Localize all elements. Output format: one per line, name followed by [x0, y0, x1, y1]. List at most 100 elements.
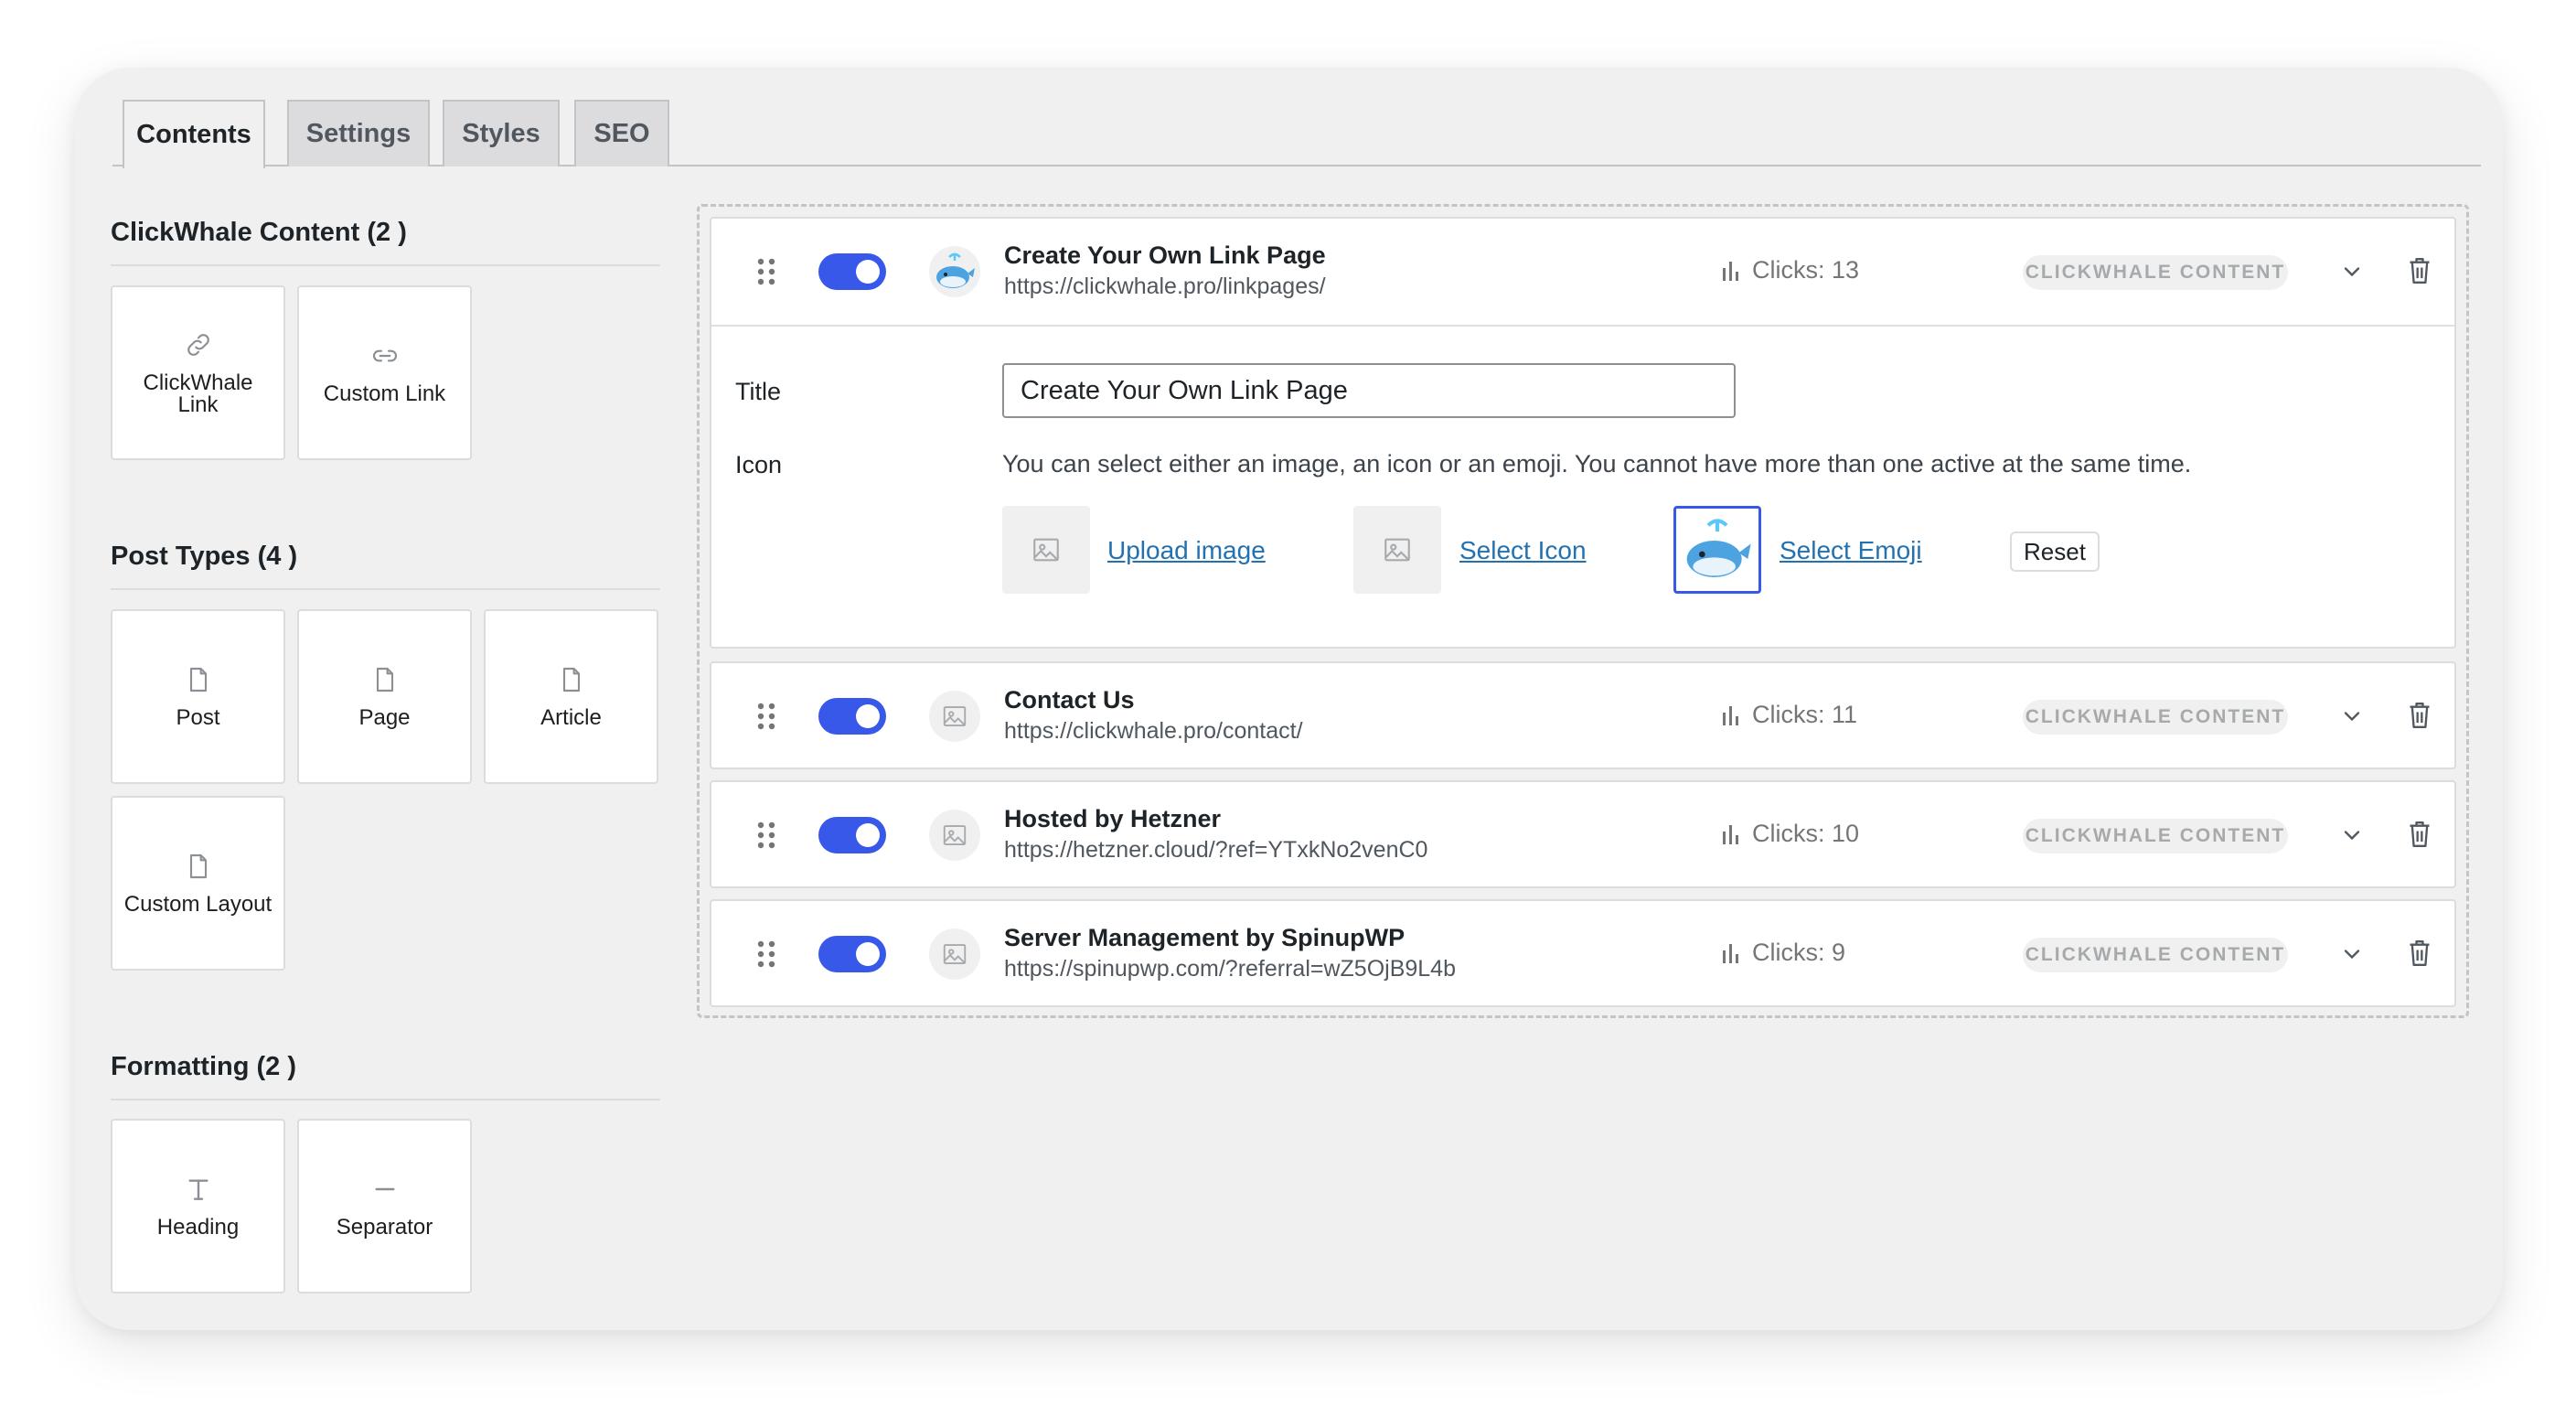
drag-handle-icon[interactable] [755, 702, 777, 731]
block-label: Custom Link [323, 381, 446, 406]
link-item-header: Contact Us https://clickwhale.pro/contac… [711, 663, 2454, 769]
chevron-down-icon[interactable] [2339, 259, 2365, 284]
link-item-header: Create Your Own Link Page https://clickw… [711, 219, 2454, 325]
clicks-counter: Clicks: 11 [1721, 701, 1857, 729]
clicks-counter: Clicks: 10 [1721, 820, 1859, 848]
title-label: Title [735, 378, 782, 405]
link-icon [187, 333, 209, 356]
reset-button[interactable]: Reset [2010, 531, 2100, 572]
link-item: Hosted by Hetzner https://hetzner.cloud/… [710, 780, 2456, 888]
block-custom-layout[interactable]: Custom Layout [111, 796, 285, 971]
upload-image-link[interactable]: Upload image [1107, 536, 1266, 565]
item-title: Hosted by Hetzner [1004, 805, 1222, 832]
block-article[interactable]: Article [484, 609, 658, 784]
divider [111, 264, 660, 266]
item-icon [929, 928, 980, 980]
image-placeholder-icon [943, 706, 967, 726]
trash-icon[interactable] [2407, 938, 2432, 969]
section-title-formatting: Formatting (2 ) [111, 1052, 296, 1081]
trash-icon[interactable] [2407, 255, 2432, 286]
block-label: Post [176, 704, 220, 730]
block-page[interactable]: Page [297, 609, 472, 784]
chevron-down-icon[interactable] [2339, 822, 2365, 848]
enable-toggle[interactable] [818, 817, 886, 853]
tab-bar: Contents Settings Styles SEO [112, 100, 2481, 168]
item-editor: Title Icon You can select either an imag… [711, 325, 2454, 649]
toggle-knob [856, 942, 880, 966]
block-heading[interactable]: Heading [111, 1119, 285, 1293]
enable-toggle[interactable] [818, 936, 886, 972]
clicks-text: Clicks: 11 [1752, 701, 1858, 728]
image-placeholder-icon [1384, 538, 1410, 562]
icon-help-text: You can select either an image, an icon … [1002, 450, 2192, 478]
image-placeholder-icon [1033, 538, 1059, 562]
image-placeholder-icon [943, 825, 967, 845]
item-url: https://spinupwp.com/?referral=wZ5OjB9L4… [1004, 956, 1456, 982]
block-separator[interactable]: Separator [297, 1119, 472, 1293]
drag-handle-icon[interactable] [755, 939, 777, 969]
select-icon-link[interactable]: Select Icon [1459, 536, 1587, 565]
item-title: Contact Us [1004, 686, 1135, 714]
type-badge: CLICKWHALE CONTENT [2023, 700, 2288, 735]
block-clickwhale-link[interactable]: ClickWhale Link [111, 285, 285, 460]
clicks-text: Clicks: 9 [1752, 939, 1846, 966]
clicks-counter: Clicks: 13 [1721, 256, 1859, 284]
clicks-text: Clicks: 10 [1752, 820, 1860, 847]
document-icon [189, 853, 207, 878]
block-custom-link[interactable]: Custom Link [297, 285, 472, 460]
clicks-counter: Clicks: 9 [1721, 939, 1845, 967]
block-label: Separator [336, 1214, 433, 1240]
block-label: Article [540, 704, 602, 730]
document-icon [376, 667, 393, 692]
icon-preview[interactable] [1353, 506, 1441, 594]
document-icon [562, 667, 580, 692]
tab-settings[interactable]: Settings [287, 100, 430, 166]
section-title-post-types: Post Types (4 ) [111, 542, 298, 571]
whale-emoji-icon [936, 252, 975, 288]
link-item: Contact Us https://clickwhale.pro/contac… [710, 661, 2456, 769]
item-title: Create Your Own Link Page [1004, 241, 1326, 269]
block-post[interactable]: Post [111, 609, 285, 784]
link-item-header: Hosted by Hetzner https://hetzner.cloud/… [711, 782, 2454, 888]
item-url: https://hetzner.cloud/?ref=YTxkNo2venC0 [1004, 837, 1428, 863]
whale-emoji-icon [1686, 519, 1751, 577]
icon-label: Icon [735, 451, 783, 478]
drag-handle-icon[interactable] [755, 821, 777, 850]
divider [111, 1099, 660, 1100]
separator-icon [374, 1187, 395, 1190]
toggle-knob [856, 704, 880, 728]
type-badge: CLICKWHALE CONTENT [2023, 819, 2288, 853]
chevron-down-icon[interactable] [2339, 941, 2365, 967]
bar-chart-icon [1723, 705, 1738, 725]
item-url: https://clickwhale.pro/linkpages/ [1004, 274, 1326, 299]
block-label: Heading [156, 1214, 240, 1240]
type-badge: CLICKWHALE CONTENT [2023, 938, 2288, 972]
item-icon [929, 246, 980, 297]
block-label: ClickWhale Link [143, 370, 253, 417]
document-icon [189, 667, 207, 692]
title-input[interactable] [1002, 363, 1736, 418]
trash-icon[interactable] [2407, 700, 2432, 731]
image-preview[interactable] [1002, 506, 1090, 594]
enable-toggle[interactable] [818, 698, 886, 735]
image-placeholder-icon [943, 944, 967, 964]
type-badge: CLICKWHALE CONTENT [2023, 255, 2288, 290]
link-item: Server Management by SpinupWP https://sp… [710, 899, 2456, 1007]
select-emoji-link[interactable]: Select Emoji [1780, 536, 1922, 565]
section-title-clickwhale-content: ClickWhale Content (2 ) [111, 218, 407, 247]
item-url: https://clickwhale.pro/contact/ [1004, 718, 1303, 744]
drag-handle-icon[interactable] [755, 257, 777, 286]
tab-seo[interactable]: SEO [574, 100, 669, 166]
block-label: Custom Layout [123, 891, 273, 917]
trash-icon[interactable] [2407, 819, 2432, 850]
bar-chart-icon [1723, 824, 1738, 844]
toggle-knob [856, 823, 880, 847]
enable-toggle[interactable] [818, 253, 886, 290]
tab-styles[interactable]: Styles [443, 100, 560, 166]
emoji-preview[interactable] [1673, 506, 1761, 594]
chevron-down-icon[interactable] [2339, 703, 2365, 729]
bar-chart-icon [1723, 943, 1738, 963]
toggle-knob [856, 260, 880, 284]
block-label: Page [358, 704, 411, 730]
tab-contents[interactable]: Contents [123, 100, 265, 168]
